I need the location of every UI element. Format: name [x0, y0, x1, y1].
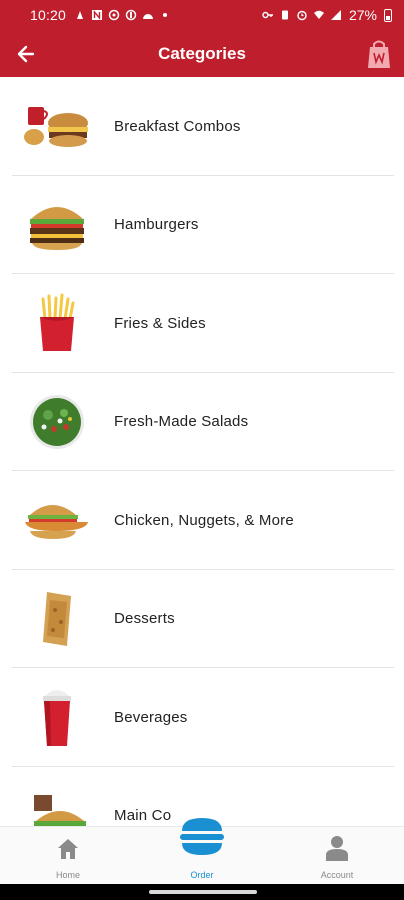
salad-image: [22, 392, 92, 452]
nav-account[interactable]: Account: [287, 827, 387, 885]
breakfast-combo-image: [22, 96, 92, 156]
page-title: Categories: [158, 43, 246, 63]
main-combo-image: [22, 786, 92, 826]
notification-icon: [77, 11, 84, 19]
category-label: Beverages: [114, 708, 188, 726]
shopping-bag-icon: [368, 40, 390, 68]
category-beverages[interactable]: Beverages: [0, 668, 404, 767]
category-list: Breakfast Combos Hamburgers Fries & Side…: [0, 77, 404, 826]
wifi-icon: [313, 10, 324, 19]
category-chicken-nuggets-more[interactable]: Chicken, Nuggets, & More: [0, 471, 404, 570]
category-label: Hamburgers: [114, 216, 199, 234]
category-label: Fresh-Made Salads: [114, 413, 249, 431]
vibrate-icon: [281, 10, 288, 20]
dessert-pie-image: [22, 589, 92, 649]
gesture-handle[interactable]: [149, 890, 257, 894]
system-icons: 27%: [262, 7, 392, 23]
category-label: Breakfast Combos: [114, 117, 241, 135]
signal-icon: [330, 10, 341, 20]
back-button[interactable]: [12, 40, 40, 68]
category-label: Fries & Sides: [114, 314, 206, 332]
nav-order[interactable]: Order: [152, 818, 252, 885]
key-icon: [262, 11, 273, 19]
chicken-sandwich-image: [22, 490, 92, 550]
category-fresh-made-salads[interactable]: Fresh-Made Salads: [0, 373, 404, 472]
battery-percent: 27%: [348, 7, 377, 23]
nav-home-label: Home: [55, 870, 80, 880]
app-bar: Categories: [0, 30, 404, 77]
hamburger-image: [22, 195, 92, 255]
app-icon: [143, 14, 154, 19]
app-n-icon: [92, 10, 103, 20]
nav-account-label: Account: [320, 870, 354, 880]
system-gesture-bar: [0, 884, 404, 900]
category-breakfast-combos[interactable]: Breakfast Combos: [0, 77, 404, 176]
back-arrow-icon: [17, 45, 35, 63]
category-label: Chicken, Nuggets, & More: [114, 511, 294, 529]
status-bar: 10:20 27%: [0, 0, 404, 30]
status-time: 10:20: [30, 7, 67, 23]
bottom-nav: Home Order Account: [0, 818, 404, 885]
dot-icon: [163, 13, 168, 17]
category-fries-sides[interactable]: Fries & Sides: [0, 274, 404, 373]
account-icon: [326, 836, 348, 861]
order-burger-icon: [180, 818, 224, 855]
nav-order-label: Order: [190, 870, 214, 880]
data-saver-icon: [125, 9, 137, 21]
bag-button[interactable]: [364, 38, 394, 70]
alarm-icon: [297, 10, 307, 21]
category-label: Main Co: [114, 807, 172, 825]
home-icon: [58, 839, 78, 859]
nav-home[interactable]: Home: [18, 827, 118, 885]
sync-icon: [108, 9, 120, 21]
category-desserts[interactable]: Desserts: [0, 570, 404, 669]
category-hamburgers[interactable]: Hamburgers: [0, 176, 404, 275]
notification-icons: [74, 9, 171, 21]
battery-icon: [384, 8, 392, 22]
fries-image: [22, 293, 92, 353]
beverage-cup-image: [22, 687, 92, 747]
category-label: Desserts: [114, 610, 175, 628]
